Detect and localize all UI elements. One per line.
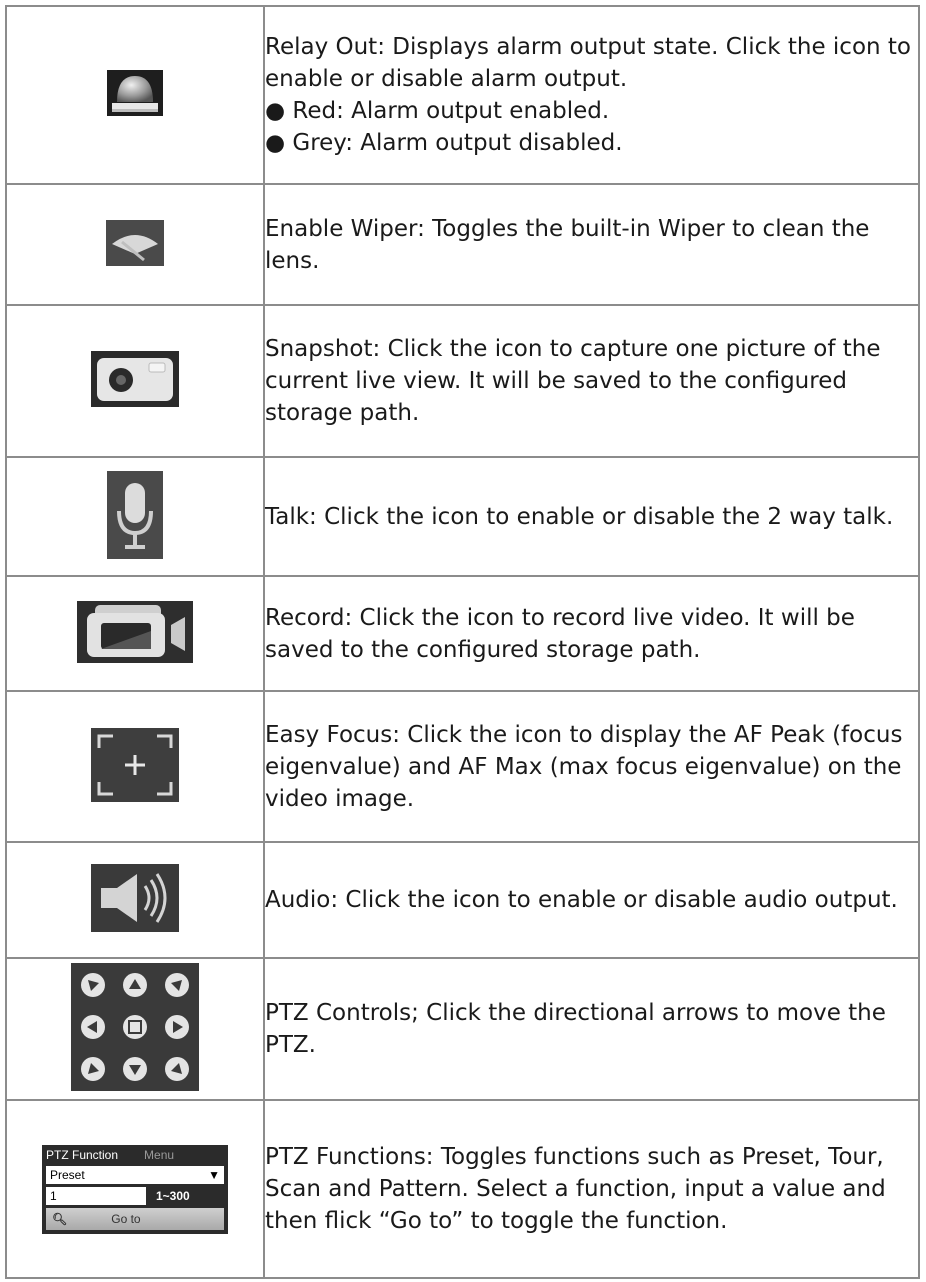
icon-cell bbox=[5, 957, 265, 1101]
table-row: Relay Out: Displays alarm output state. … bbox=[5, 5, 920, 185]
icon-cell bbox=[5, 456, 265, 577]
ptz-functions-description: PTZ Functions: Toggles functions such as… bbox=[265, 1144, 886, 1234]
ptz-arrows-icon[interactable] bbox=[71, 963, 199, 1095]
chevron-down-icon: ▼ bbox=[208, 1167, 220, 1182]
microphone-icon[interactable] bbox=[107, 470, 163, 563]
description-cell: Easy Focus: Click the icon to display th… bbox=[263, 690, 920, 843]
snapshot-description: Snapshot: Click the icon to capture one … bbox=[265, 336, 881, 426]
description-cell: PTZ Controls; Click the directional arro… bbox=[263, 957, 920, 1101]
table-row: Snapshot: Click the icon to capture one … bbox=[5, 304, 920, 458]
table-row: Enable Wiper: Toggles the built-in Wiper… bbox=[5, 183, 920, 306]
camera-icon[interactable] bbox=[91, 351, 179, 411]
icon-cell bbox=[5, 183, 265, 306]
audio-description: Audio: Click the icon to enable or disab… bbox=[265, 887, 898, 913]
description-cell: Talk: Click the icon to enable or disabl… bbox=[263, 456, 920, 577]
bullet-red: ● Red: Alarm output enabled. bbox=[265, 98, 610, 124]
value-input[interactable]: 1 bbox=[46, 1186, 146, 1205]
description-cell: PTZ Functions: Toggles functions such as… bbox=[263, 1099, 920, 1279]
tab-ptz-function[interactable]: PTZ Function bbox=[46, 1148, 118, 1162]
wiper-icon[interactable] bbox=[106, 219, 164, 270]
relay-out-description: Relay Out: Displays alarm output state. … bbox=[265, 34, 911, 92]
icon-cell: PTZ Function Menu Preset ▼ 1 1~300 🔍︎ Go… bbox=[5, 1099, 265, 1279]
easy-focus-description: Easy Focus: Click the icon to display th… bbox=[265, 721, 903, 812]
video-camera-icon[interactable] bbox=[77, 600, 193, 667]
icon-cell bbox=[5, 5, 265, 185]
bullet-grey: ● Grey: Alarm output disabled. bbox=[265, 130, 623, 156]
icon-cell bbox=[5, 690, 265, 843]
description-cell: Record: Click the icon to record live vi… bbox=[263, 575, 920, 692]
table-row: Audio: Click the icon to enable or disab… bbox=[5, 841, 920, 959]
table-row: Record: Click the icon to record live vi… bbox=[5, 575, 920, 692]
description-cell: Audio: Click the icon to enable or disab… bbox=[263, 841, 920, 959]
function-select-value: Preset bbox=[50, 1167, 85, 1182]
ptz-function-panel: PTZ Function Menu Preset ▼ 1 1~300 🔍︎ Go… bbox=[42, 1144, 228, 1234]
description-cell: Relay Out: Displays alarm output state. … bbox=[263, 5, 920, 185]
ptz-tabs: PTZ Function Menu bbox=[42, 1145, 228, 1165]
speaker-icon[interactable] bbox=[91, 864, 179, 936]
table-row: Talk: Click the icon to enable or disabl… bbox=[5, 456, 920, 577]
wiper-description: Enable Wiper: Toggles the built-in Wiper… bbox=[265, 215, 870, 274]
description-cell: Snapshot: Click the icon to capture one … bbox=[263, 304, 920, 458]
description-cell: Enable Wiper: Toggles the built-in Wiper… bbox=[263, 183, 920, 306]
relay-out-icon[interactable] bbox=[107, 70, 163, 120]
value-row: 1 1~300 bbox=[46, 1186, 224, 1205]
icon-cell bbox=[5, 304, 265, 458]
table-row: Easy Focus: Click the icon to display th… bbox=[5, 690, 920, 843]
tab-menu[interactable]: Menu bbox=[144, 1148, 174, 1162]
icon-description-table: Relay Out: Displays alarm output state. … bbox=[5, 5, 920, 1279]
go-to-label: Go to bbox=[111, 1211, 141, 1226]
value-range: 1~300 bbox=[156, 1188, 190, 1203]
search-icon: 🔍︎ bbox=[52, 1211, 68, 1226]
focus-frame-icon[interactable] bbox=[91, 727, 179, 806]
icon-cell bbox=[5, 841, 265, 959]
ptz-controls-description: PTZ Controls; Click the directional arro… bbox=[265, 1000, 886, 1058]
icon-cell bbox=[5, 575, 265, 692]
go-to-button[interactable]: 🔍︎ Go to bbox=[46, 1207, 224, 1230]
table-row: PTZ Function Menu Preset ▼ 1 1~300 🔍︎ Go… bbox=[5, 1099, 920, 1279]
function-select[interactable]: Preset ▼ bbox=[46, 1165, 224, 1184]
record-description: Record: Click the icon to record live vi… bbox=[265, 604, 855, 663]
table-row: PTZ Controls; Click the directional arro… bbox=[5, 957, 920, 1101]
talk-description: Talk: Click the icon to enable or disabl… bbox=[265, 503, 894, 530]
